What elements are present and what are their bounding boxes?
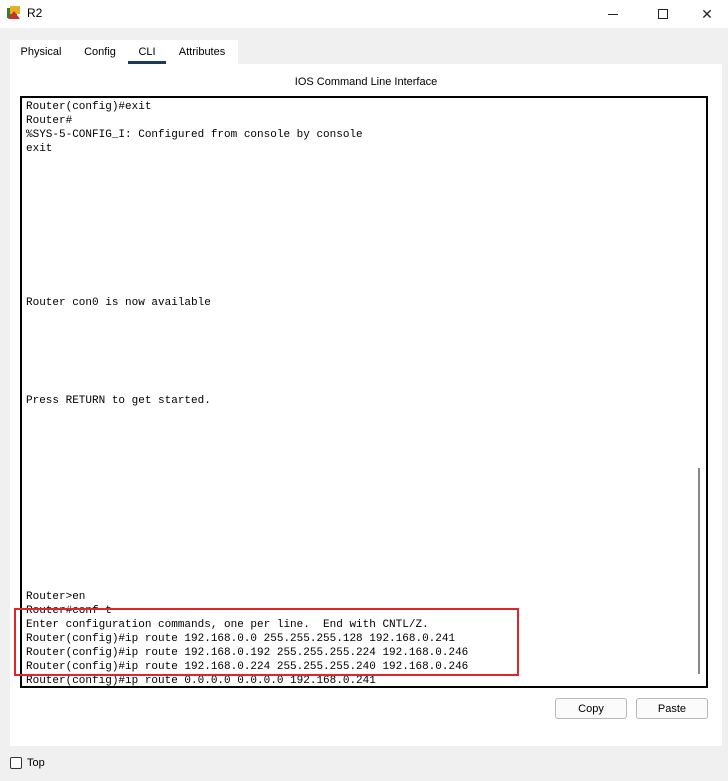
top-checkbox[interactable] <box>10 757 22 769</box>
maximize-button[interactable] <box>640 0 686 28</box>
terminal-line: Router(config)#exit <box>26 101 152 113</box>
paste-button[interactable]: Paste <box>636 698 708 719</box>
terminal-line: Router# <box>26 115 73 127</box>
router-app-icon <box>7 6 20 19</box>
terminal-line: Router(config)#ip route 0.0.0.0 0.0.0.0 … <box>26 675 376 687</box>
terminal-line: Router con0 is now available <box>26 297 211 309</box>
copy-button[interactable]: Copy <box>555 698 627 719</box>
tab-attributes[interactable]: Attributes <box>172 40 232 64</box>
terminal-scrollbar[interactable] <box>698 468 700 674</box>
window-title: R2 <box>27 6 43 20</box>
cli-terminal[interactable]: Router(config)#exit Router# %SYS-5-CONFIG_… <box>20 96 708 688</box>
terminal-line: Router>en <box>26 591 86 603</box>
minimize-icon <box>608 13 618 15</box>
top-label: Top <box>27 757 45 769</box>
tab-physical[interactable]: Physical <box>10 40 72 64</box>
minimize-button[interactable] <box>590 0 636 28</box>
title-bar: R2 ✕ <box>0 0 728 28</box>
terminal-line: Press RETURN to get started. <box>26 395 211 407</box>
tab-config[interactable]: Config <box>80 40 120 64</box>
panel-title: IOS Command Line Interface <box>294 76 438 88</box>
close-icon: ✕ <box>701 5 713 22</box>
tab-bar: Physical Config CLI Attributes <box>10 40 238 64</box>
maximize-icon <box>658 9 668 19</box>
highlight-box <box>14 608 519 676</box>
close-button[interactable]: ✕ <box>684 0 728 28</box>
terminal-line: %SYS-5-CONFIG_I: Configured from console… <box>26 129 363 141</box>
terminal-line: exit <box>26 143 53 155</box>
